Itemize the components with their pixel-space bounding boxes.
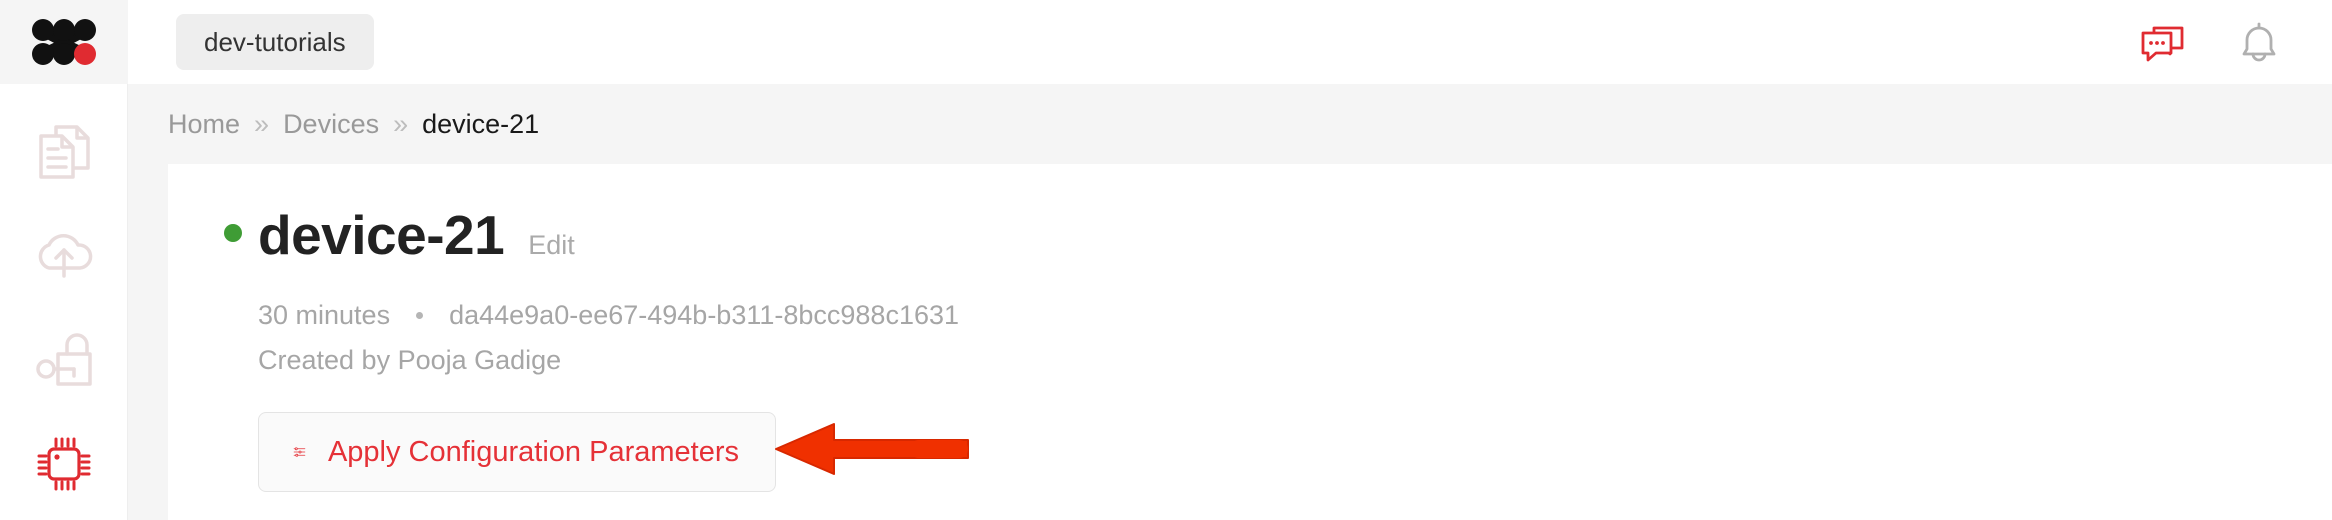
notifications-button[interactable] <box>2240 21 2278 63</box>
content-area: device-21 Edit 30 minutes da44e9a0-ee67-… <box>128 164 2332 520</box>
app-logo[interactable] <box>0 0 128 84</box>
topbar-actions <box>2140 21 2278 63</box>
breadcrumb-item-current: device-21 <box>422 108 540 139</box>
device-creator: Created by Pooja Gadige <box>258 344 562 375</box>
sidebar <box>0 0 128 520</box>
device-age: 30 minutes <box>258 300 391 330</box>
apply-configuration-parameters-button[interactable]: Apply Configuration Parameters <box>258 412 776 492</box>
edit-link[interactable]: Edit <box>528 230 575 261</box>
sidebar-item-unlock[interactable] <box>0 308 128 412</box>
messages-button[interactable] <box>2140 22 2186 62</box>
breadcrumb-item-devices[interactable]: Devices <box>283 109 379 140</box>
sidebar-item-devices[interactable] <box>0 412 128 516</box>
chat-icon <box>2141 26 2184 62</box>
device-meta: 30 minutes da44e9a0-ee67-494b-b311-8bcc9… <box>224 295 2332 380</box>
device-detail-card: device-21 Edit 30 minutes da44e9a0-ee67-… <box>168 164 2332 520</box>
page-title: device-21 <box>258 204 505 266</box>
topbar: dev-tutorials <box>128 0 2332 84</box>
breadcrumb: Home » Devices » device-21 <box>128 84 2332 164</box>
molecule-logo-icon <box>31 19 96 65</box>
app-root: dev-tutorials Home » Devices » device-21… <box>0 0 2332 520</box>
bell-icon <box>2242 22 2276 62</box>
meta-separator-dot <box>416 311 424 319</box>
sidebar-item-cloud-upload[interactable] <box>0 204 128 308</box>
breadcrumb-separator: » <box>254 108 270 139</box>
sidebar-item-documents[interactable] <box>0 100 128 204</box>
cloud-upload-icon <box>38 234 92 278</box>
sidebar-item-settings[interactable] <box>0 516 128 520</box>
apply-configuration-parameters-label: Apply Configuration Parameters <box>327 435 739 468</box>
title-row: device-21 Edit <box>224 208 2332 263</box>
sidebar-nav <box>0 84 128 520</box>
project-selector-chip[interactable]: dev-tutorials <box>176 13 374 71</box>
unlock-icon <box>35 333 92 386</box>
device-id: da44e9a0-ee67-494b-b311-8bcc988c1631 <box>449 300 960 330</box>
breadcrumb-item-home[interactable]: Home <box>168 109 240 140</box>
breadcrumb-separator: » <box>393 108 409 139</box>
main-column: dev-tutorials Home » Devices » device-21… <box>128 0 2332 520</box>
sliders-icon <box>293 447 306 457</box>
status-badge <box>224 224 242 242</box>
chip-icon <box>37 437 90 491</box>
documents-icon <box>38 125 90 179</box>
meta-primary-line: 30 minutes da44e9a0-ee67-494b-b311-8bcc9… <box>258 295 2332 336</box>
